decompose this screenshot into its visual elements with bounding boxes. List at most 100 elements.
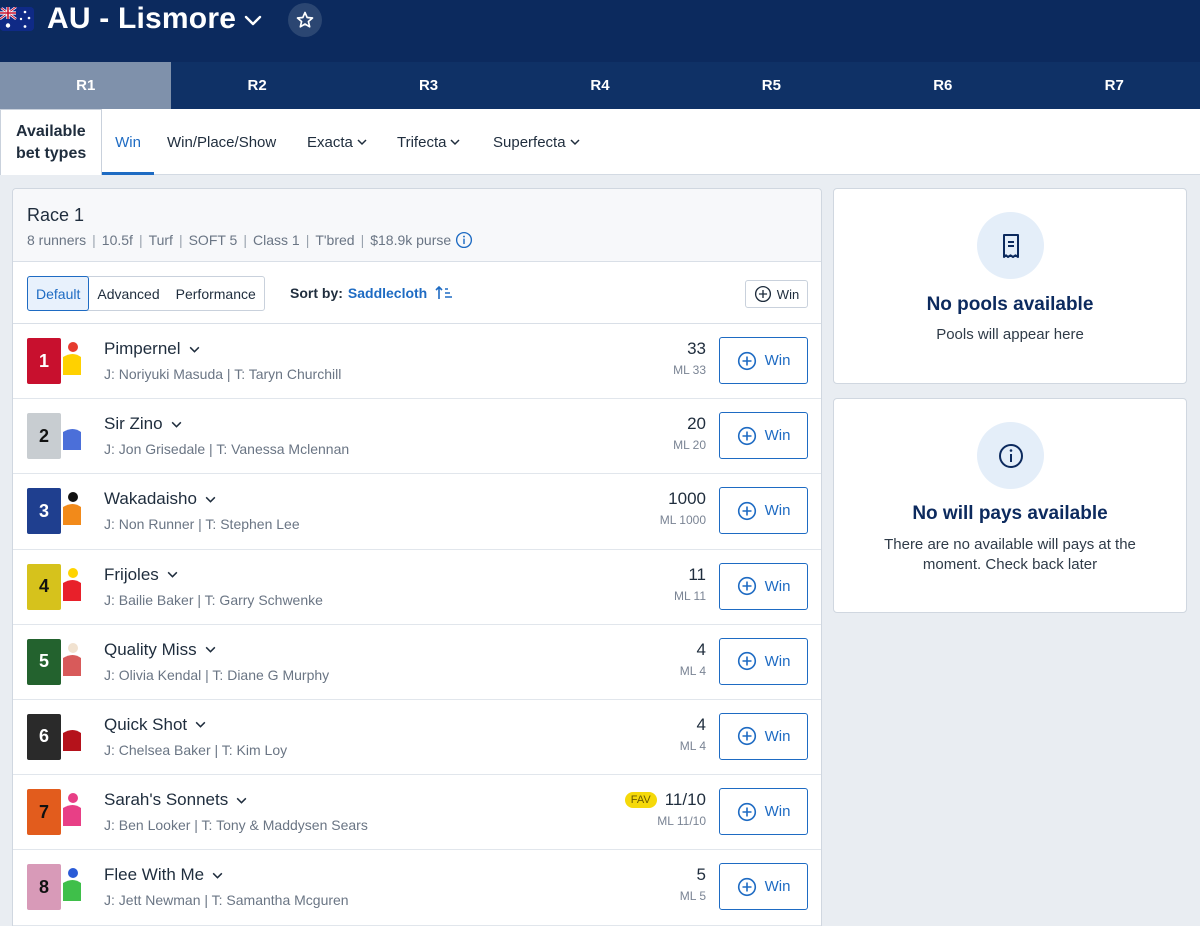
odds: 33 ML 33 [673, 339, 706, 377]
favorite-badge: FAV [624, 792, 657, 809]
bet-type-win[interactable]: Win [102, 109, 154, 175]
track-title[interactable]: AU - Lismore [47, 2, 236, 36]
morning-line: ML 33 [673, 363, 706, 377]
receipt-icon [977, 212, 1044, 279]
win-button[interactable]: Win [719, 863, 808, 911]
win-button[interactable]: Win [719, 562, 808, 610]
info-icon[interactable] [455, 231, 473, 249]
jockey-silk-icon [63, 567, 81, 601]
info-icon [977, 422, 1044, 489]
win-button[interactable]: Win [719, 487, 808, 535]
pools-panel: No pools available Pools will appear her… [833, 188, 1187, 384]
horse-name[interactable]: Flee With Me [104, 865, 224, 885]
runner-row: 4 Frijoles J: Bailie Baker | T: Garry Sc… [13, 550, 821, 625]
view-advanced-button[interactable]: Advanced [89, 277, 167, 310]
chevron-down-icon [357, 139, 367, 146]
saddlecloth-number: 6 [27, 713, 61, 760]
odds-value: 11/10 [664, 790, 706, 810]
race-tabs: R1 R2 R3 R4 R5 R6 R7 [0, 62, 1200, 109]
willpays-panel: No will pays available There are no avai… [833, 398, 1187, 613]
plus-circle-icon [737, 426, 756, 445]
morning-line: ML 4 [679, 738, 706, 753]
jockey-trainer: J: Chelsea Baker | T: Kim Loy [104, 741, 288, 758]
jockey-trainer: J: Jon Grisedale | T: Vanessa Mclennan [104, 441, 350, 458]
win-button[interactable]: Win [719, 412, 808, 460]
view-performance-button[interactable]: Performance [168, 277, 264, 310]
sort-control[interactable]: Sort by: Saddlecloth [290, 285, 453, 301]
chevron-down-icon [189, 346, 199, 353]
odds-value: 4 [696, 639, 706, 659]
bet-type-exacta[interactable]: Exacta [307, 109, 368, 175]
runner-row: 1 Pimpernel J: Noriyuki Masuda | T: Tary… [13, 324, 821, 400]
odds: 11 ML 11 [674, 565, 706, 603]
odds: 4 ML 4 [680, 715, 706, 753]
odds-value: 1000 [668, 489, 706, 509]
horse-name[interactable]: Sir Zino [104, 414, 183, 434]
willpays-title: No will pays available [912, 503, 1108, 524]
horse-name[interactable]: Sarah's Sonnets [104, 790, 248, 810]
tab-r5[interactable]: R5 [686, 62, 857, 109]
star-icon [296, 11, 314, 28]
saddlecloth-number: 1 [27, 338, 61, 384]
tab-r1[interactable]: R1 [0, 62, 172, 109]
view-default-button[interactable]: Default [27, 276, 90, 311]
bet-type-superfecta[interactable]: Superfecta [493, 109, 581, 175]
morning-line: ML 20 [673, 438, 706, 453]
jockey-trainer: J: Bailie Baker | T: Garry Schwenke [104, 591, 323, 608]
odds: 4 ML 4 [680, 640, 706, 678]
odds-value: 20 [687, 414, 706, 434]
race-card: Race 1 8 runners | 10.5f | Turf | SOFT 5 | C… [12, 188, 822, 926]
jockey-trainer: J: Noriyuki Masuda | T: Taryn Churchill [104, 366, 342, 382]
plus-circle-icon [754, 285, 771, 303]
plus-circle-icon [737, 877, 756, 896]
favorite-star-button[interactable] [288, 3, 322, 37]
plus-circle-icon [737, 576, 756, 596]
morning-line: ML 11/10 [657, 814, 706, 829]
win-button[interactable]: Win [719, 712, 808, 760]
chevron-down-icon [195, 722, 206, 729]
chevron-down-icon [205, 647, 215, 653]
plus-circle-icon [737, 727, 756, 746]
tab-r7[interactable]: R7 [1029, 62, 1200, 109]
morning-line: ML 4 [679, 663, 706, 678]
odds: 1000 ML 1000 [660, 489, 706, 527]
tab-r3[interactable]: R3 [343, 62, 514, 109]
jockey-silk-icon [63, 868, 81, 902]
horse-name[interactable]: Quality Miss [104, 640, 217, 660]
horse-name[interactable]: Wakadaisho [104, 489, 217, 509]
saddlecloth-number: 4 [27, 563, 61, 610]
tab-r2[interactable]: R2 [171, 62, 342, 109]
chevron-down-icon [236, 797, 247, 804]
race-title: Race 1 [27, 205, 85, 225]
chevron-down-icon [205, 496, 216, 503]
runner-row: 7 Sarah's Sonnets J: Ben Looker | T: Ton… [13, 775, 821, 851]
win-button[interactable]: Win [719, 788, 808, 836]
saddlecloth-number: 7 [27, 789, 61, 836]
jockey-silk-icon [63, 492, 81, 526]
horse-name[interactable]: Pimpernel [104, 339, 201, 359]
morning-line: ML 1000 [659, 513, 706, 528]
jockey-silk-icon [63, 793, 81, 827]
bet-type-trifecta[interactable]: Trifecta [397, 109, 461, 175]
win-button[interactable]: Win [719, 337, 808, 384]
bet-type-win-place-show[interactable]: Win/Place/Show [167, 109, 276, 175]
plus-circle-icon [737, 501, 756, 520]
odds-value: 11 [688, 564, 706, 584]
chevron-down-icon [212, 872, 223, 879]
tab-r6[interactable]: R6 [857, 62, 1028, 109]
race-meta: 8 runners | 10.5f | Turf | SOFT 5 | Class 1 |… [27, 231, 473, 249]
runner-list: 1 Pimpernel J: Noriyuki Masuda | T: Tary… [13, 324, 821, 926]
odds-value: 33 [687, 339, 706, 358]
tab-r4[interactable]: R4 [514, 62, 685, 109]
chevron-down-icon[interactable] [241, 8, 265, 32]
horse-name[interactable]: Quick Shot [104, 715, 207, 735]
jockey-silk-icon [63, 342, 81, 375]
pools-message: Pools will appear here [936, 326, 1084, 343]
win-button[interactable]: Win [719, 637, 808, 685]
runner-row: 6 Quick Shot J: Chelsea Baker | T: Kim L… [13, 700, 821, 776]
horse-name[interactable]: Frijoles [104, 565, 179, 585]
odds-value: 4 [696, 714, 706, 734]
add-win-button[interactable]: Win [745, 280, 808, 308]
chevron-down-icon [167, 571, 178, 578]
jockey-trainer: J: Jett Newman | T: Samantha Mcguren [104, 892, 349, 909]
